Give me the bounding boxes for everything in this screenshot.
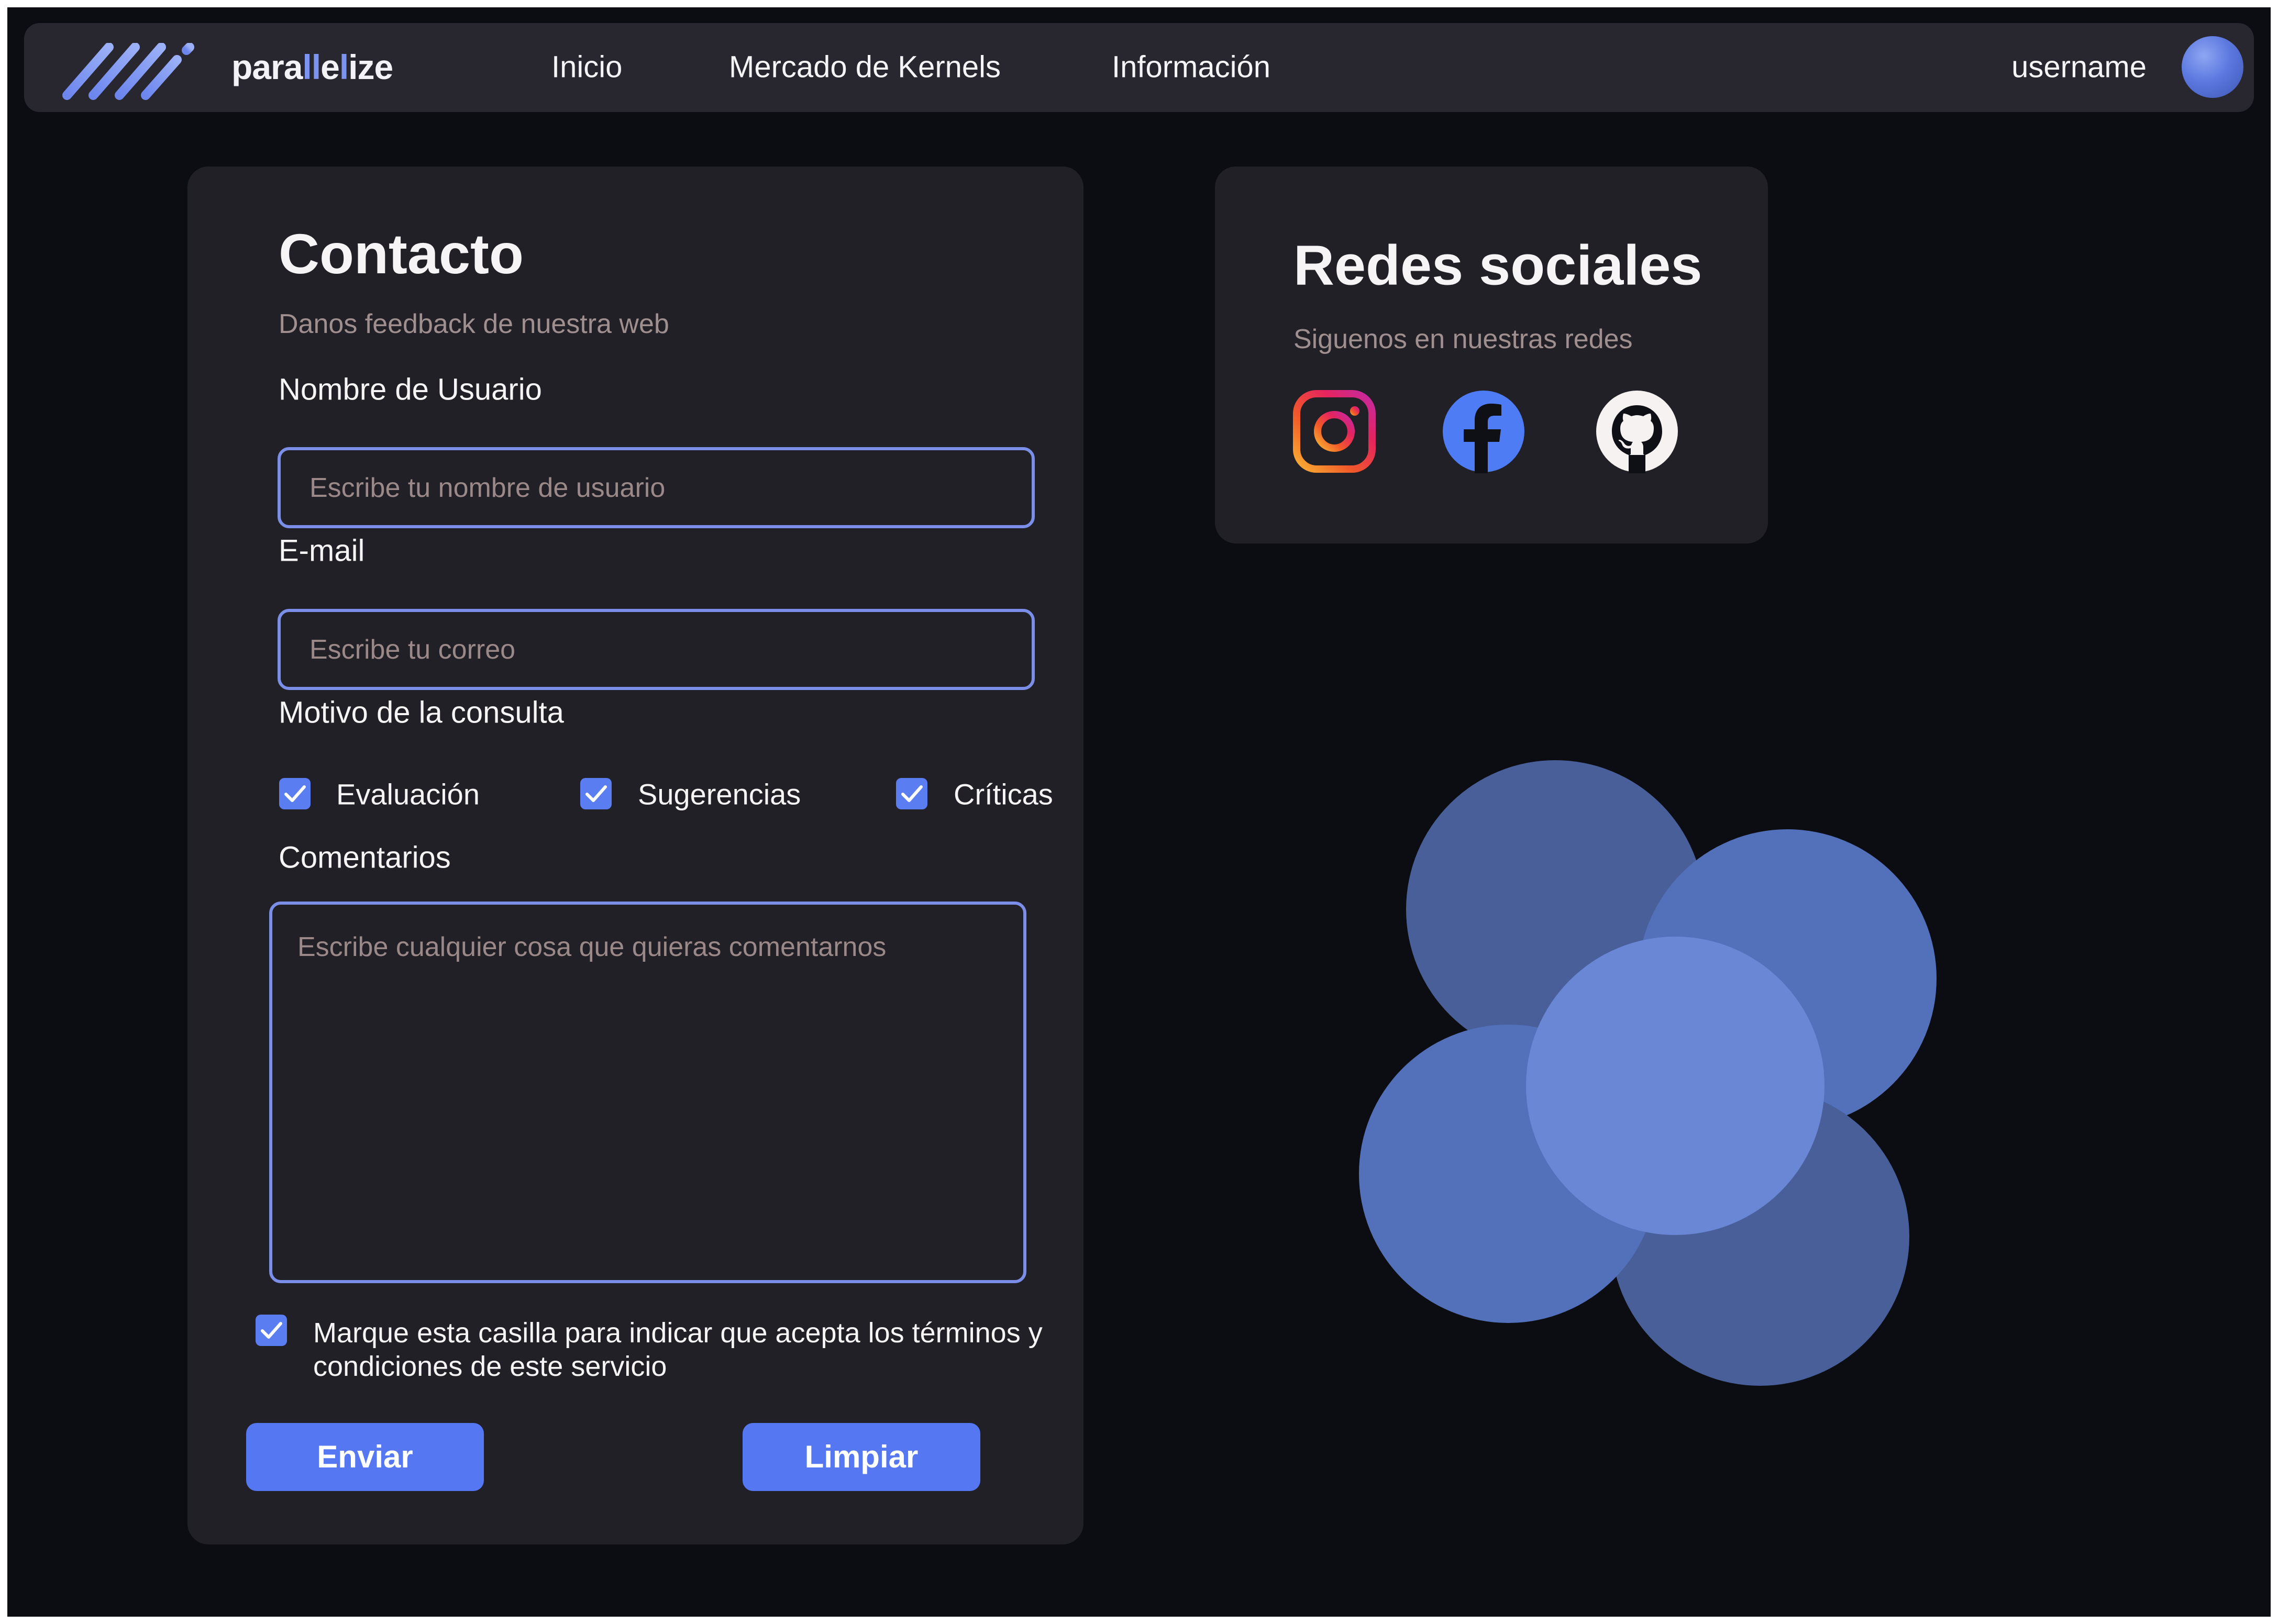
facebook-icon[interactable] [1442,390,1525,473]
checkbox-label-evaluacion[interactable]: Evaluación [336,777,480,811]
checkbox-label-criticas[interactable]: Críticas [954,777,1053,811]
comments-field-label: Comentarios [279,840,451,875]
checkbox-sugerencias[interactable] [580,778,612,809]
brand-wordmark[interactable]: parallelize [231,47,393,87]
github-icon[interactable] [1595,390,1679,473]
clear-button[interactable]: Limpiar [743,1423,980,1491]
user-avatar[interactable] [2182,36,2243,98]
top-navbar: parallelize Inicio Mercado de Kernels In… [24,23,2254,112]
instagram-icon[interactable] [1292,390,1376,473]
checkmark-icon [261,1322,282,1339]
social-title: Redes sociales [1293,233,1702,297]
decorative-circles [1359,760,1937,1386]
contact-title: Contacto [279,222,524,285]
nav-link-informacion[interactable]: Información [1112,50,1270,85]
terms-label[interactable]: Marque esta casilla para indicar que ace… [313,1316,1072,1383]
checkmark-icon [284,785,306,802]
submit-button[interactable]: Enviar [246,1423,484,1491]
comments-textarea[interactable] [269,902,1026,1283]
social-subtitle: Siguenos en nuestras redes [1293,324,1633,354]
social-networks-card: Redes sociales Siguenos en nuestras rede… [1215,166,1768,543]
checkbox-label-sugerencias[interactable]: Sugerencias [638,777,801,811]
checkmark-icon [901,785,923,802]
terms-checkbox[interactable] [256,1315,287,1346]
reason-group-label: Motivo de la consulta [279,695,564,730]
contact-subtitle: Danos feedback de nuestra web [279,309,669,339]
contact-form-card: Contacto Danos feedback de nuestra web N… [187,166,1083,1544]
checkmark-icon [585,785,607,802]
nav-link-mercado-kernels[interactable]: Mercado de Kernels [729,50,1001,85]
checkbox-criticas[interactable] [896,778,927,809]
nav-link-inicio[interactable]: Inicio [551,50,622,85]
app-window: parallelize Inicio Mercado de Kernels In… [7,7,2271,1617]
username-input[interactable] [278,447,1035,528]
username-field-label: Nombre de Usuario [279,372,542,407]
email-field-label: E-mail [279,533,365,568]
checkbox-evaluacion[interactable] [279,778,311,809]
username-label[interactable]: username [2011,50,2147,85]
email-input[interactable] [278,609,1035,690]
logo-stripes-icon [62,43,194,100]
